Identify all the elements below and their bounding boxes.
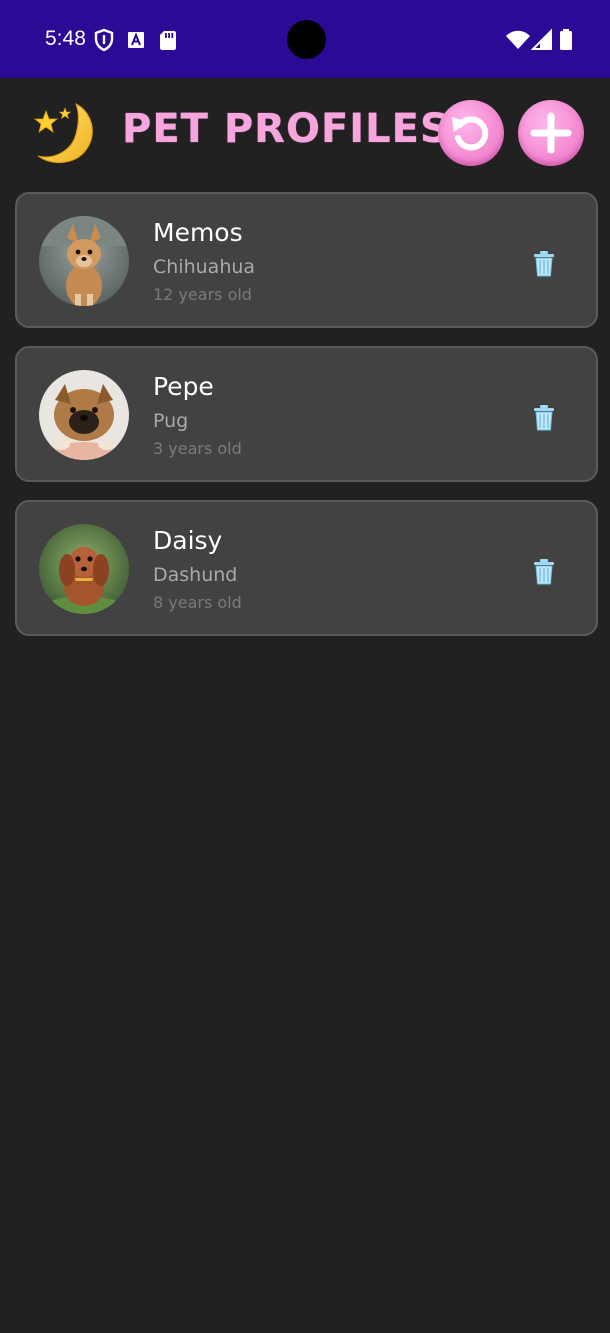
moon-stars-icon[interactable] <box>28 98 98 168</box>
signal-icon <box>531 28 552 50</box>
refresh-icon <box>452 116 489 151</box>
trash-icon[interactable] <box>529 557 559 587</box>
pet-photo <box>39 216 129 306</box>
battery-icon <box>560 29 572 50</box>
pet-name: Memos <box>153 218 243 247</box>
status-bar: 5:48 <box>0 0 610 78</box>
pet-age: 8 years old <box>153 593 242 612</box>
pet-card[interactable]: Daisy Dashund 8 years old <box>15 500 598 636</box>
app-title: PET PROFILES <box>122 106 450 152</box>
pet-name: Pepe <box>153 372 214 401</box>
font-a-icon <box>128 32 144 48</box>
pet-photo <box>39 524 129 614</box>
shield-icon <box>94 28 114 52</box>
pet-breed: Pug <box>153 410 189 432</box>
pet-photo <box>39 370 129 460</box>
status-time: 5:48 <box>45 27 86 50</box>
camera-cutout <box>287 20 326 59</box>
pet-age: 12 years old <box>153 285 252 304</box>
plus-icon <box>530 112 572 154</box>
sd-card-icon <box>160 31 176 50</box>
pet-age: 3 years old <box>153 439 242 458</box>
pet-card[interactable]: Pepe Pug 3 years old <box>15 346 598 482</box>
wifi-icon <box>506 30 530 49</box>
trash-icon[interactable] <box>529 403 559 433</box>
app-screen: 5:48 PET PROFILES Memos Chihuahua 12 yea… <box>0 0 610 1333</box>
pet-breed: Chihuahua <box>153 256 256 278</box>
pet-name: Daisy <box>153 526 223 555</box>
app-header: PET PROFILES <box>0 78 610 188</box>
trash-icon[interactable] <box>529 249 559 279</box>
refresh-button[interactable] <box>438 100 504 166</box>
pet-breed: Dashund <box>153 564 238 586</box>
add-pet-button[interactable] <box>518 100 584 166</box>
pet-card[interactable]: Memos Chihuahua 12 years old <box>15 192 598 328</box>
